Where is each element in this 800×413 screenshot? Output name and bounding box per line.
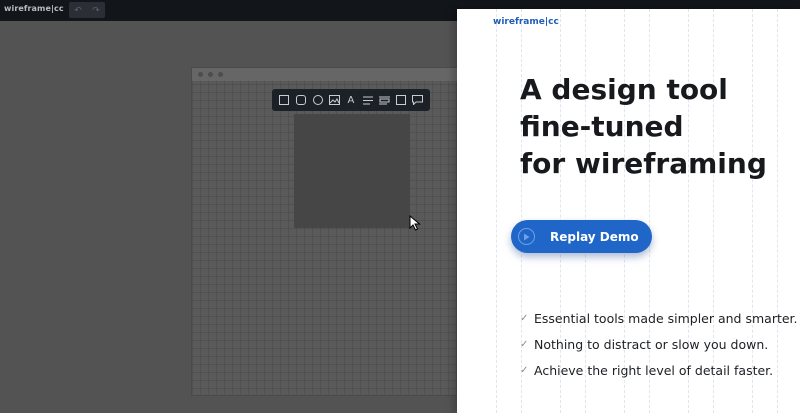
- document-titlebar: [192, 68, 461, 81]
- rectangle-tool-icon[interactable]: [278, 94, 291, 107]
- list-tool-icon[interactable]: [378, 94, 391, 107]
- rectangle-shape[interactable]: [294, 114, 410, 228]
- redo-icon[interactable]: ↷: [92, 5, 100, 16]
- check-icon: ✓: [520, 312, 529, 324]
- text-tool-icon[interactable]: A: [344, 94, 357, 107]
- headline: A design tool fine-tuned for wireframing: [520, 71, 790, 182]
- app-logo: wireframe|cc: [4, 4, 64, 13]
- shape-toolbar: A: [272, 89, 430, 111]
- headline-line: A design tool: [520, 73, 728, 106]
- play-icon: [518, 228, 535, 245]
- mouse-cursor-icon: [409, 215, 421, 231]
- check-icon: ✓: [520, 338, 529, 350]
- window-dot: [208, 72, 213, 77]
- window-dot: [198, 72, 203, 77]
- grid-line: [496, 9, 497, 413]
- headline-line: for wireframing: [520, 147, 767, 180]
- feature-item: ✓ Essential tools made simpler and smart…: [520, 305, 798, 331]
- feature-item: ✓ Nothing to distract or slow you down.: [520, 331, 798, 357]
- image-tool-icon[interactable]: [328, 94, 341, 107]
- feature-text: Nothing to distract or slow you down.: [534, 336, 769, 352]
- intro-panel: wireframe|cc A design tool fine-tuned fo…: [457, 9, 800, 413]
- box-tool-icon[interactable]: [394, 94, 407, 107]
- brand-logo[interactable]: wireframe|cc: [493, 17, 559, 27]
- rounded-rectangle-tool-icon[interactable]: [294, 94, 307, 107]
- paragraph-tool-icon[interactable]: [361, 94, 374, 107]
- feature-list: ✓ Essential tools made simpler and smart…: [520, 305, 798, 383]
- headline-line: fine-tuned: [520, 110, 684, 143]
- circle-tool-icon[interactable]: [311, 94, 324, 107]
- replay-demo-button[interactable]: Replay Demo: [511, 220, 652, 253]
- feature-item: ✓ Achieve the right level of detail fast…: [520, 357, 798, 383]
- feature-text: Achieve the right level of detail faster…: [534, 362, 774, 378]
- check-icon: ✓: [520, 364, 529, 376]
- comment-tool-icon[interactable]: [411, 94, 424, 107]
- undo-redo-group: ↶ ↷: [69, 2, 105, 18]
- window-dot: [218, 72, 223, 77]
- undo-icon[interactable]: ↶: [74, 5, 82, 16]
- replay-demo-label: Replay Demo: [550, 229, 639, 244]
- feature-text: Essential tools made simpler and smarter…: [534, 310, 798, 326]
